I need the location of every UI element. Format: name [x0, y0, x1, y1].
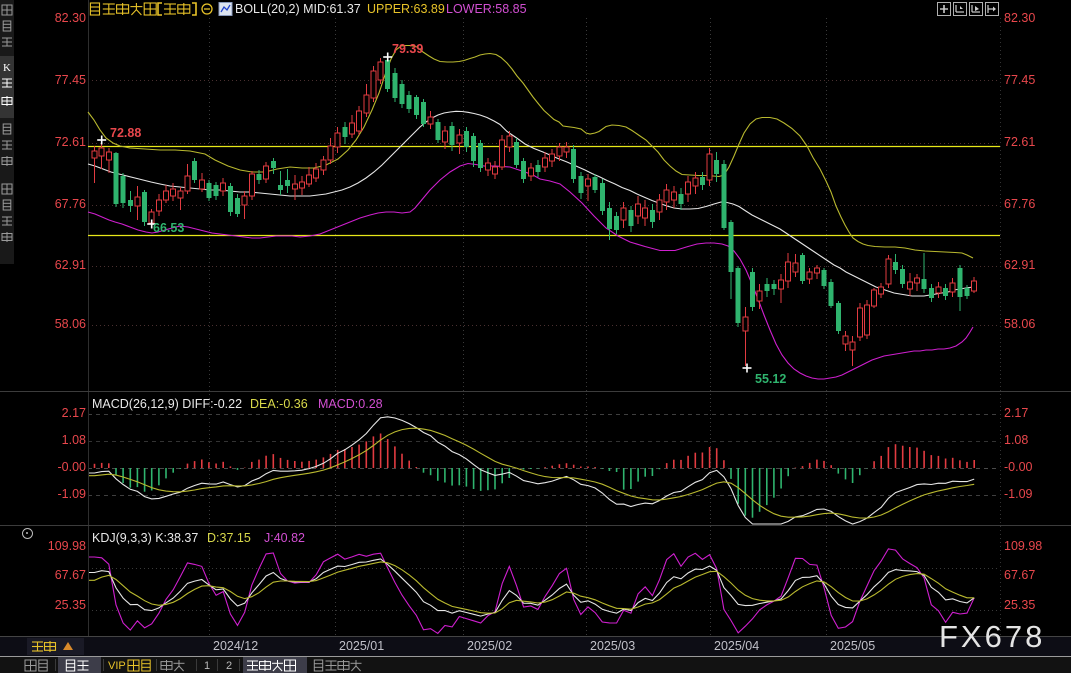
svg-text:K: K — [3, 62, 11, 74]
svg-text:VIP: VIP — [108, 660, 126, 672]
svg-text:1: 1 — [204, 660, 210, 672]
svg-text:2: 2 — [226, 660, 232, 672]
